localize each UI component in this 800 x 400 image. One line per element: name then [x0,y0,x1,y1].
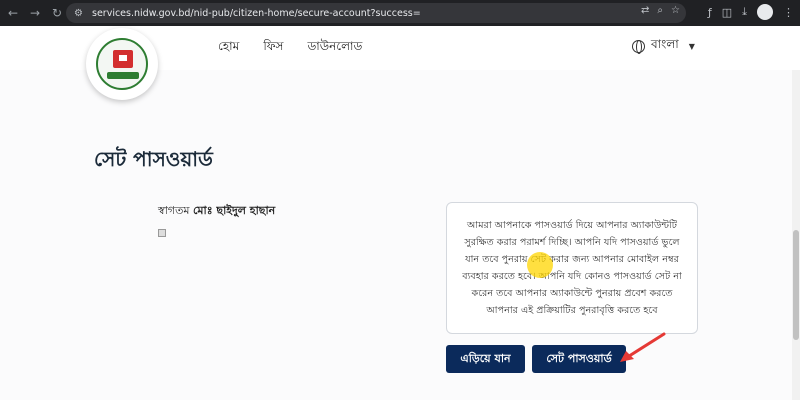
skip-button[interactable]: এড়িয়ে যান [446,345,525,373]
language-selector[interactable]: বাংলা ▼ [632,36,695,56]
annotation-arrow-icon [620,332,666,362]
user-name: মোঃ ছাইদুল হাছান [192,204,276,217]
scrollbar[interactable] [792,70,800,400]
welcome-prefix: স্বাগতম [158,204,190,217]
info-box: আমরা আপনাকে পাসওয়ার্ড দিয়ে আপনার অ্যাক… [446,202,698,334]
cursor-highlight [527,252,553,278]
chevron-down-icon: ▼ [688,41,695,51]
ballot-box-icon [113,50,133,68]
font-icon[interactable]: ƒ [708,6,712,19]
language-label: বাংলা [651,37,679,51]
main-nav: হোম ফিস ডাউনলোড [218,38,362,58]
reload-icon[interactable]: ↻ [48,4,66,22]
info-text: আমরা আপনাকে পাসওয়ার্ড দিয়ে আপনার অ্যাক… [462,220,682,316]
page-title: সেট পাসওয়ার্ড [94,147,213,171]
nav-home[interactable]: হোম [218,38,239,58]
translate-icon[interactable]: ⇄ [641,5,649,16]
address-bar[interactable]: ⚙ services.nidw.gov.bd/nid-pub/citizen-h… [66,3,686,23]
star-icon[interactable]: ☆ [671,5,680,16]
site-info-icon[interactable]: ⚙ [74,8,88,19]
browser-toolbar: ← → ↻ ⚙ services.nidw.gov.bd/nid-pub/cit… [0,0,800,26]
download-icon[interactable]: ⤓ [742,5,747,19]
profile-icon[interactable] [757,4,773,20]
site-logo[interactable] [86,28,158,100]
zoom-icon[interactable]: ⌕ [657,5,663,16]
url-text: services.nidw.gov.bd/nid-pub/citizen-hom… [92,7,421,19]
nav-fees[interactable]: ফিস [263,38,283,58]
logo-ribbon [107,72,139,79]
back-icon[interactable]: ← [4,4,22,22]
menu-icon[interactable]: ⋮ [783,6,794,19]
forward-icon[interactable]: → [26,4,44,22]
page: ← → ↻ ⚙ services.nidw.gov.bd/nid-pub/cit… [0,0,800,400]
nav-download[interactable]: ডাউনলোড [307,38,362,58]
logo-emblem [96,38,148,90]
broken-image-icon [158,229,166,237]
welcome-text: স্বাগতম মোঃ ছাইদুল হাছান [158,202,275,221]
scrollbar-thumb[interactable] [793,230,799,340]
globe-icon [632,39,645,54]
extensions-icon[interactable]: ◫ [722,6,732,19]
